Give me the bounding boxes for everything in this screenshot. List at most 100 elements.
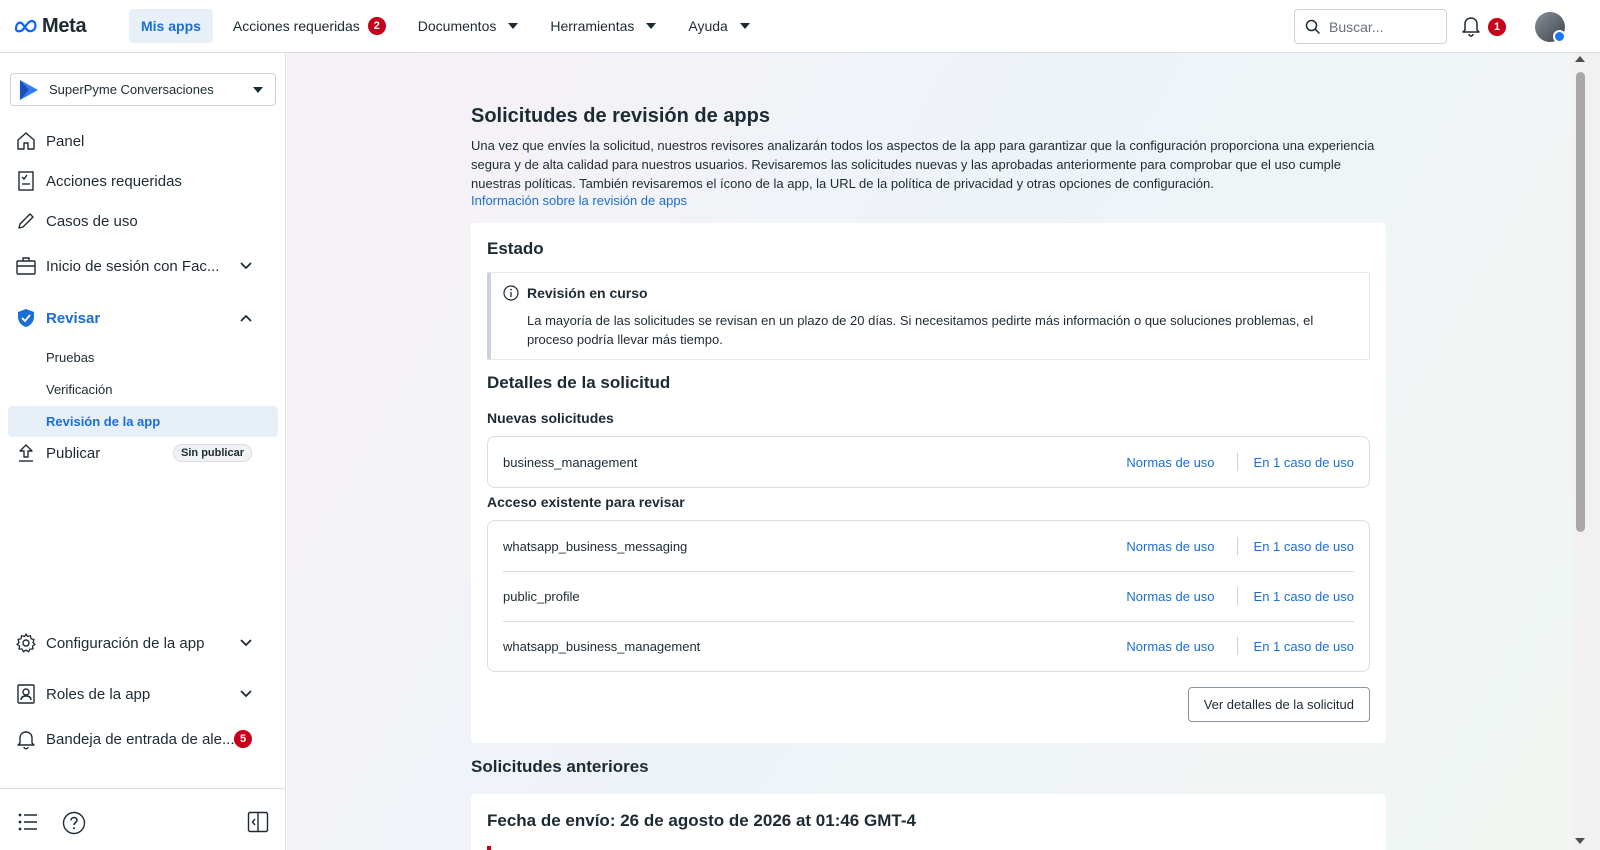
help-icon[interactable]	[62, 811, 86, 835]
permission-name: whatsapp_business_management	[503, 638, 701, 654]
app-logo-icon	[20, 79, 38, 100]
home-icon	[14, 129, 38, 153]
existing-access-heading: Acceso existente para revisar	[487, 494, 685, 510]
count-badge: 5	[234, 730, 252, 748]
nav-label: Mis apps	[141, 18, 201, 34]
list-item: business_management Normas de uso En 1 ca…	[488, 437, 1369, 487]
sidebar-item-panel[interactable]: Panel	[14, 127, 272, 155]
caret-down-icon	[508, 23, 519, 29]
sidebar-item-facebook-login[interactable]: Inicio de sesión con Fac...	[14, 252, 272, 280]
sidebar-item-configuracion[interactable]: Configuración de la app	[14, 629, 272, 657]
details-heading: Detalles de la solicitud	[487, 373, 671, 392]
notice-title: Revisión en curso	[527, 285, 648, 301]
sidebar-item-label: Revisar	[46, 309, 101, 327]
usage-policy-link[interactable]: Normas de uso	[1126, 455, 1214, 470]
notifications-badge: 1	[1488, 18, 1506, 36]
shield-check-icon	[14, 306, 38, 330]
nav-label: Acciones requeridas	[232, 18, 360, 34]
sidebar-item-roles[interactable]: Roles de la app	[14, 680, 272, 708]
page-description: Una vez que envíes la solicitud, nuestro…	[471, 138, 1375, 191]
chevron-down-icon	[240, 262, 252, 270]
nav-herramientas[interactable]: Herramientas	[538, 9, 668, 43]
page-title: Solicitudes de revisión de apps	[471, 105, 770, 127]
app-selector[interactable]: SuperPyme Conversaciones	[10, 73, 276, 106]
sidebar-subitem-pruebas[interactable]: Pruebas	[8, 342, 278, 373]
facebook-badge-icon	[1553, 30, 1566, 43]
status-indicator	[487, 846, 491, 850]
usage-policy-link[interactable]: Normas de uso	[1126, 639, 1214, 654]
use-case-link[interactable]: En 1 caso de uso	[1254, 589, 1354, 604]
scrollbar-thumb[interactable]	[1576, 72, 1585, 532]
bell-icon	[14, 727, 38, 751]
permission-name: public_profile	[503, 588, 580, 604]
caret-down-icon	[253, 87, 263, 93]
info-icon	[503, 285, 519, 301]
sidebar-item-label: Publicar	[46, 444, 101, 462]
sidebar-footer	[0, 788, 285, 850]
scroll-up-arrow-icon[interactable]	[1575, 56, 1585, 62]
list-icon[interactable]	[18, 813, 38, 831]
meta-infinity-icon	[14, 19, 37, 33]
nav-documentos[interactable]: Documentos	[406, 9, 531, 43]
search-icon	[1305, 19, 1321, 34]
nav-label: Ayuda	[688, 18, 728, 34]
submission-date: Fecha de envío: 26 de agosto de 2026 at …	[487, 811, 916, 830]
main-content: Solicitudes de revisión de apps Una vez …	[287, 53, 1573, 850]
usage-policy-link[interactable]: Normas de uso	[1126, 589, 1214, 604]
search-input[interactable]	[1329, 18, 1439, 35]
sidebar-item-label: Panel	[46, 132, 85, 150]
scroll-down-arrow-icon[interactable]	[1575, 838, 1585, 844]
caret-down-icon	[739, 23, 750, 29]
sidebar-item-acciones[interactable]: Acciones requeridas	[14, 167, 272, 195]
list-item: whatsapp_business_management Normas de u…	[488, 621, 1369, 671]
sidebar-item-revisar[interactable]: Revisar	[14, 304, 272, 332]
notice-body: La mayoría de las solicitudes se revisan…	[527, 313, 1314, 347]
sidebar-subitem-revision-app[interactable]: Revisión de la app	[8, 406, 278, 437]
gear-icon	[14, 631, 38, 655]
app-review-info-link[interactable]: Información sobre la revisión de apps	[471, 193, 687, 208]
list-item: public_profile Normas de uso En 1 caso de…	[488, 571, 1369, 621]
person-badge-icon	[14, 682, 38, 706]
view-request-details-button[interactable]: Ver detalles de la solicitud	[1187, 687, 1370, 722]
sidebar-subitem-label: Verificación	[46, 382, 113, 397]
nav-ayuda[interactable]: Ayuda	[676, 9, 761, 43]
chevron-down-icon	[240, 690, 252, 698]
meta-logo[interactable]: Meta	[14, 15, 129, 38]
briefcase-icon	[14, 254, 38, 278]
sidebar-item-publicar[interactable]: Publicar Sin publicar	[14, 439, 272, 467]
use-case-link[interactable]: En 1 caso de uso	[1254, 639, 1354, 654]
sidebar-subitem-label: Pruebas	[46, 350, 95, 365]
nav-acciones-requeridas[interactable]: Acciones requeridas 2	[221, 9, 398, 43]
previous-requests-heading: Solicitudes anteriores	[471, 757, 649, 776]
review-notice: Revisión en curso La mayoría de las soli…	[487, 272, 1370, 360]
permission-name: business_management	[503, 454, 638, 470]
chevron-up-icon	[240, 314, 252, 322]
sidebar-subitem-verificacion[interactable]: Verificación	[8, 374, 278, 405]
sidebar-item-label: Bandeja de entrada de ale...	[46, 730, 235, 748]
sidebar-item-bandeja[interactable]: Bandeja de entrada de ale... 5	[14, 725, 272, 753]
use-case-link[interactable]: En 1 caso de uso	[1254, 455, 1354, 470]
use-case-link[interactable]: En 1 caso de uso	[1254, 539, 1354, 554]
sidebar-item-label: Casos de uso	[46, 212, 138, 230]
nav-label: Documentos	[417, 18, 497, 34]
list-item: whatsapp_business_messaging Normas de us…	[488, 521, 1369, 571]
sidebar: SuperPyme Conversaciones Panel Acciones …	[0, 53, 286, 850]
search-box[interactable]	[1294, 9, 1447, 44]
nav-mis-apps[interactable]: Mis apps	[129, 9, 213, 43]
notifications-bell-icon[interactable]	[1461, 15, 1481, 37]
app-name: SuperPyme Conversaciones	[49, 82, 214, 97]
sidebar-item-label: Inicio de sesión con Fac...	[46, 257, 220, 275]
checklist-icon	[14, 169, 38, 193]
pencil-icon	[14, 209, 38, 233]
upload-icon	[14, 441, 38, 465]
existing-access-list: whatsapp_business_messaging Normas de us…	[487, 520, 1370, 672]
permission-name: whatsapp_business_messaging	[503, 538, 688, 554]
collapse-sidebar-icon[interactable]	[247, 811, 269, 833]
status-badge: Sin publicar	[173, 444, 252, 462]
usage-policy-link[interactable]: Normas de uso	[1126, 539, 1214, 554]
sidebar-item-label: Roles de la app	[46, 685, 151, 703]
logo-text: Meta	[42, 14, 87, 37]
sidebar-item-casos-de-uso[interactable]: Casos de uso	[14, 207, 272, 235]
sidebar-subitem-label: Revisión de la app	[46, 414, 161, 429]
caret-down-icon	[646, 23, 657, 29]
